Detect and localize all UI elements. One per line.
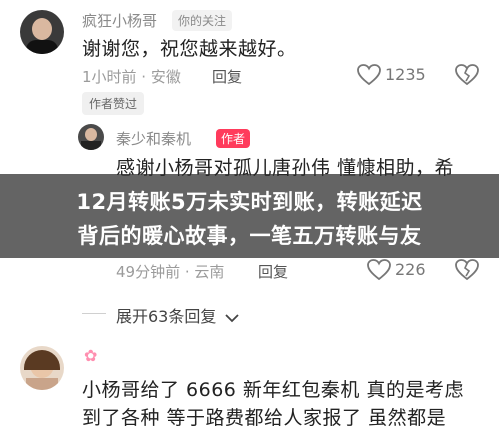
flower-icon: ✿: [84, 346, 98, 365]
divider: [82, 313, 106, 314]
comment-username[interactable]: 疯狂小杨哥: [82, 10, 157, 31]
expand-replies-label: 展开63条回复: [116, 307, 217, 326]
headline-overlay: 12月转账5万未实时到账，转账延迟 背后的暖心故事，一笔五万转账与友: [0, 174, 499, 258]
avatar[interactable]: [20, 346, 64, 390]
comment-text: 谢谢您，祝您越来越好。: [82, 38, 297, 60]
chevron-down-icon: [225, 313, 240, 322]
avatar[interactable]: [20, 10, 64, 54]
expand-replies-button[interactable]: 展开63条回复: [116, 303, 240, 327]
broken-heart-icon[interactable]: [455, 259, 479, 281]
comment-username[interactable]: 秦少和秦机: [116, 128, 191, 149]
like-count: 1235: [385, 65, 426, 84]
headline-line-1: 12月转账5万未实时到账，转账延迟: [76, 190, 423, 214]
comment-text: 小杨哥给了 6666 新年红包秦机 真的是考虑: [82, 379, 464, 401]
comment-text: 到了各种 等于路费都给人家报了 虽然都是: [82, 407, 447, 429]
reply-button[interactable]: 回复: [258, 261, 288, 282]
headline-line-2: 背后的暖心故事，一笔五万转账与友: [77, 224, 422, 248]
comment-time-location: 49分钟前 · 云南: [116, 263, 225, 281]
author-liked-badge: 作者赞过: [82, 92, 145, 115]
comment-time-location: 1小时前 · 安徽: [82, 68, 181, 86]
followed-badge: 你的关注: [172, 10, 233, 31]
reply-button[interactable]: 回复: [212, 66, 242, 87]
heart-icon[interactable]: [357, 64, 381, 86]
author-badge: 作者: [216, 129, 251, 148]
like-count: 226: [395, 260, 426, 279]
heart-icon[interactable]: [367, 259, 391, 281]
avatar[interactable]: [78, 124, 104, 150]
broken-heart-icon[interactable]: [455, 64, 479, 86]
